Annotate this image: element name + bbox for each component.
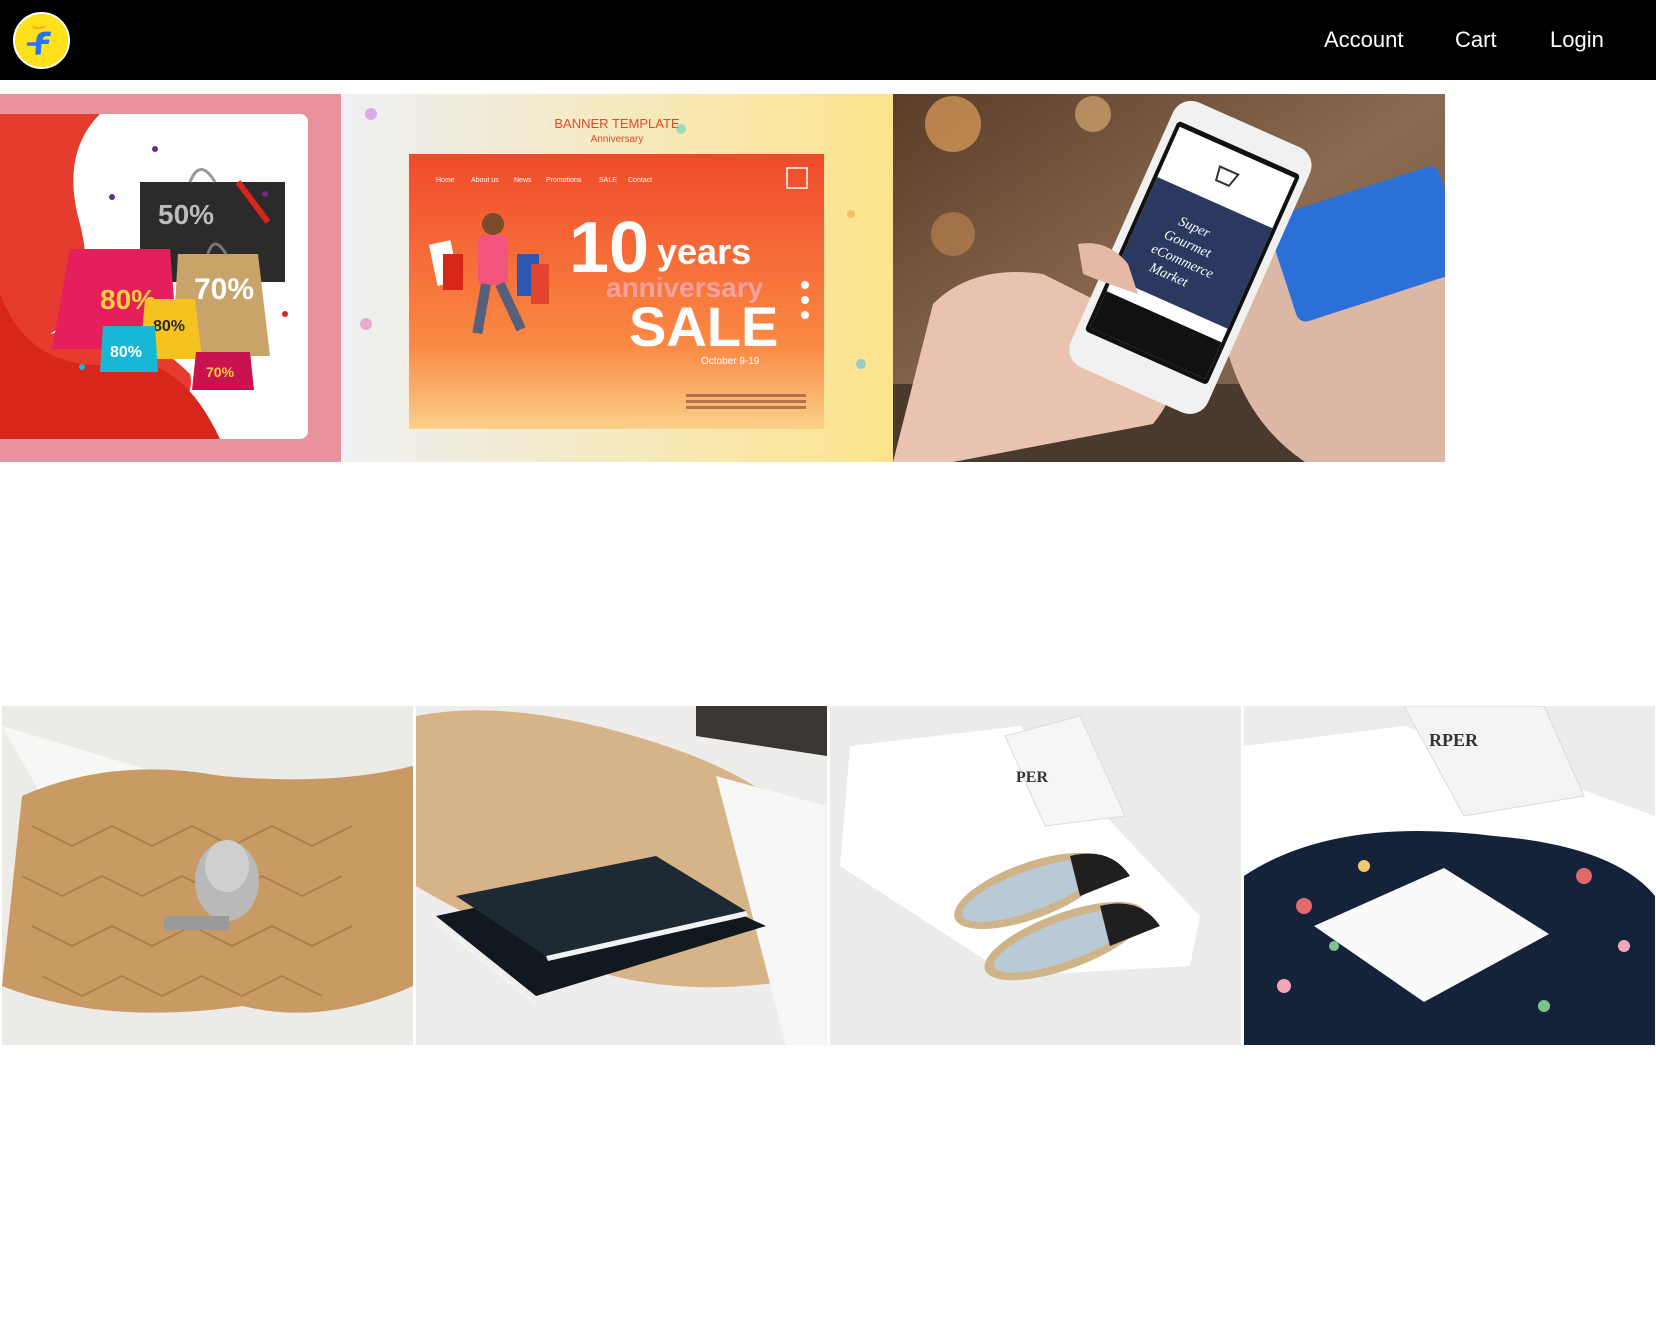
nav-cart: Cart [1455,0,1497,80]
flipkart-logo-icon[interactable] [13,12,70,69]
cart-link[interactable]: Cart [1455,27,1497,53]
banner-carousel[interactable]: 50% 80% 70% 80% 80% 70% BANNER TEMPLATE … [0,94,1445,462]
svg-text:October 9-19: October 9-19 [701,356,760,367]
svg-text:Home: Home [436,177,455,184]
svg-text:News: News [514,177,532,184]
product-tile-buddha[interactable] [2,706,413,1045]
svg-text:Anniversary: Anniversary [591,134,644,145]
bag-cyan: 80% [100,326,158,372]
svg-text:50%: 50% [158,199,214,230]
svg-text:80%: 80% [153,318,185,335]
svg-text:RPER: RPER [1429,730,1479,750]
nav-login: Login [1550,0,1604,80]
banner-phone-shopping[interactable]: Super Gourmet eCommerce Market [893,94,1445,462]
top-navbar: Account Cart Login [0,0,1656,80]
product-tile-scarf[interactable]: RPER [1244,706,1655,1045]
product-grid: PER RPER [2,706,1656,1045]
bag-crimson: 70% [192,352,254,390]
nav-account: Account [1324,0,1404,80]
svg-text:70%: 70% [194,273,254,306]
account-link[interactable]: Account [1324,27,1404,53]
svg-text:SALE: SALE [599,177,617,184]
svg-text:Promotions: Promotions [546,177,582,184]
login-link[interactable]: Login [1550,27,1604,53]
svg-text:70%: 70% [206,364,235,380]
product-tile-notebooks[interactable] [416,706,827,1045]
product-tile-espadrilles[interactable]: PER [830,706,1241,1045]
svg-text:Contact: Contact [628,177,652,184]
svg-text:years: years [657,231,751,272]
svg-text:SALE: SALE [629,295,778,358]
banner-anniversary-sale[interactable]: BANNER TEMPLATE Anniversary Home About u… [341,94,893,462]
svg-text:About us: About us [471,177,499,184]
svg-text:80%: 80% [110,344,142,361]
svg-text:BANNER TEMPLATE: BANNER TEMPLATE [554,116,680,131]
svg-text:PER: PER [1016,769,1048,786]
banner-shopping-bags[interactable]: 50% 80% 70% 80% 80% 70% [0,94,341,462]
